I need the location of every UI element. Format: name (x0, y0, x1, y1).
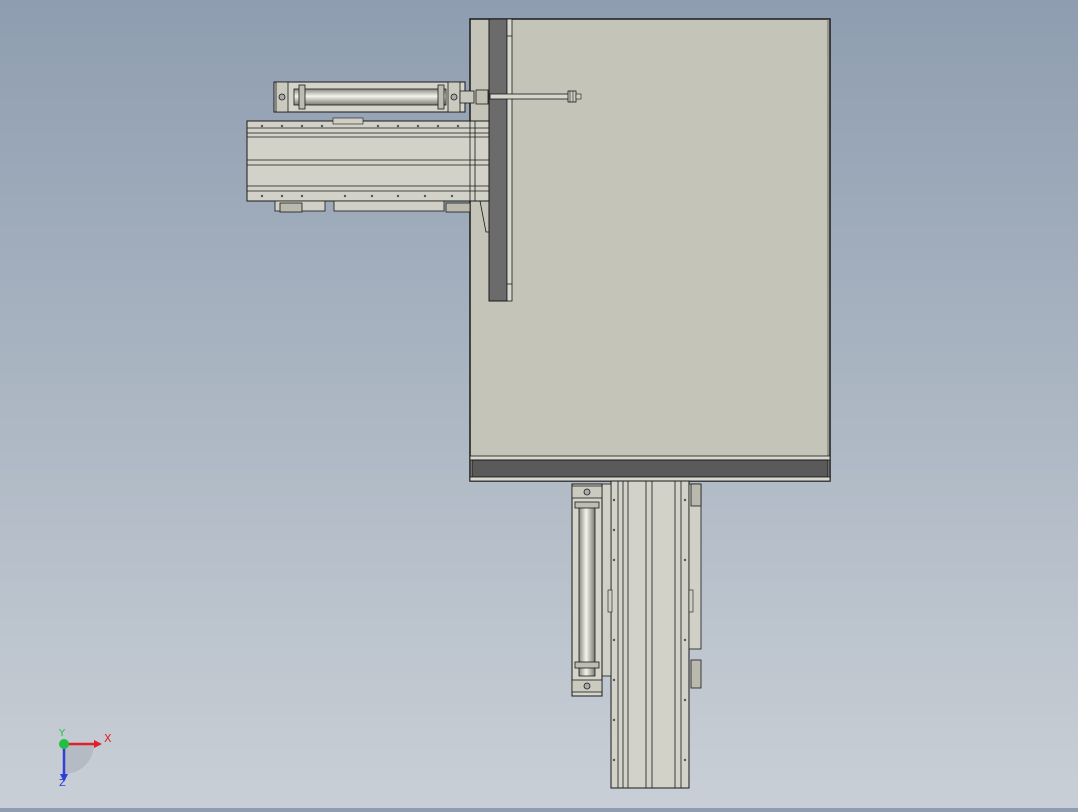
coordinate-triad (59, 739, 102, 782)
triad-y-label: Y (59, 728, 66, 739)
vertical-dark-plate[interactable] (488, 18, 513, 302)
triad-quadrant (64, 744, 94, 774)
cad-viewport[interactable]: X Y Z (0, 0, 1078, 808)
triad-x-label: X (104, 732, 112, 745)
main-panel[interactable] (469, 18, 831, 482)
horizontal-cylinder[interactable] (273, 81, 489, 113)
y-axis-dot (59, 739, 69, 749)
vertical-cylinder[interactable] (571, 483, 603, 697)
vertical-linear-rail[interactable] (600, 480, 702, 789)
horizontal-linear-rail[interactable] (246, 117, 490, 233)
triad-z-label: Z (59, 778, 66, 789)
bottom-dark-bar[interactable] (469, 455, 831, 482)
